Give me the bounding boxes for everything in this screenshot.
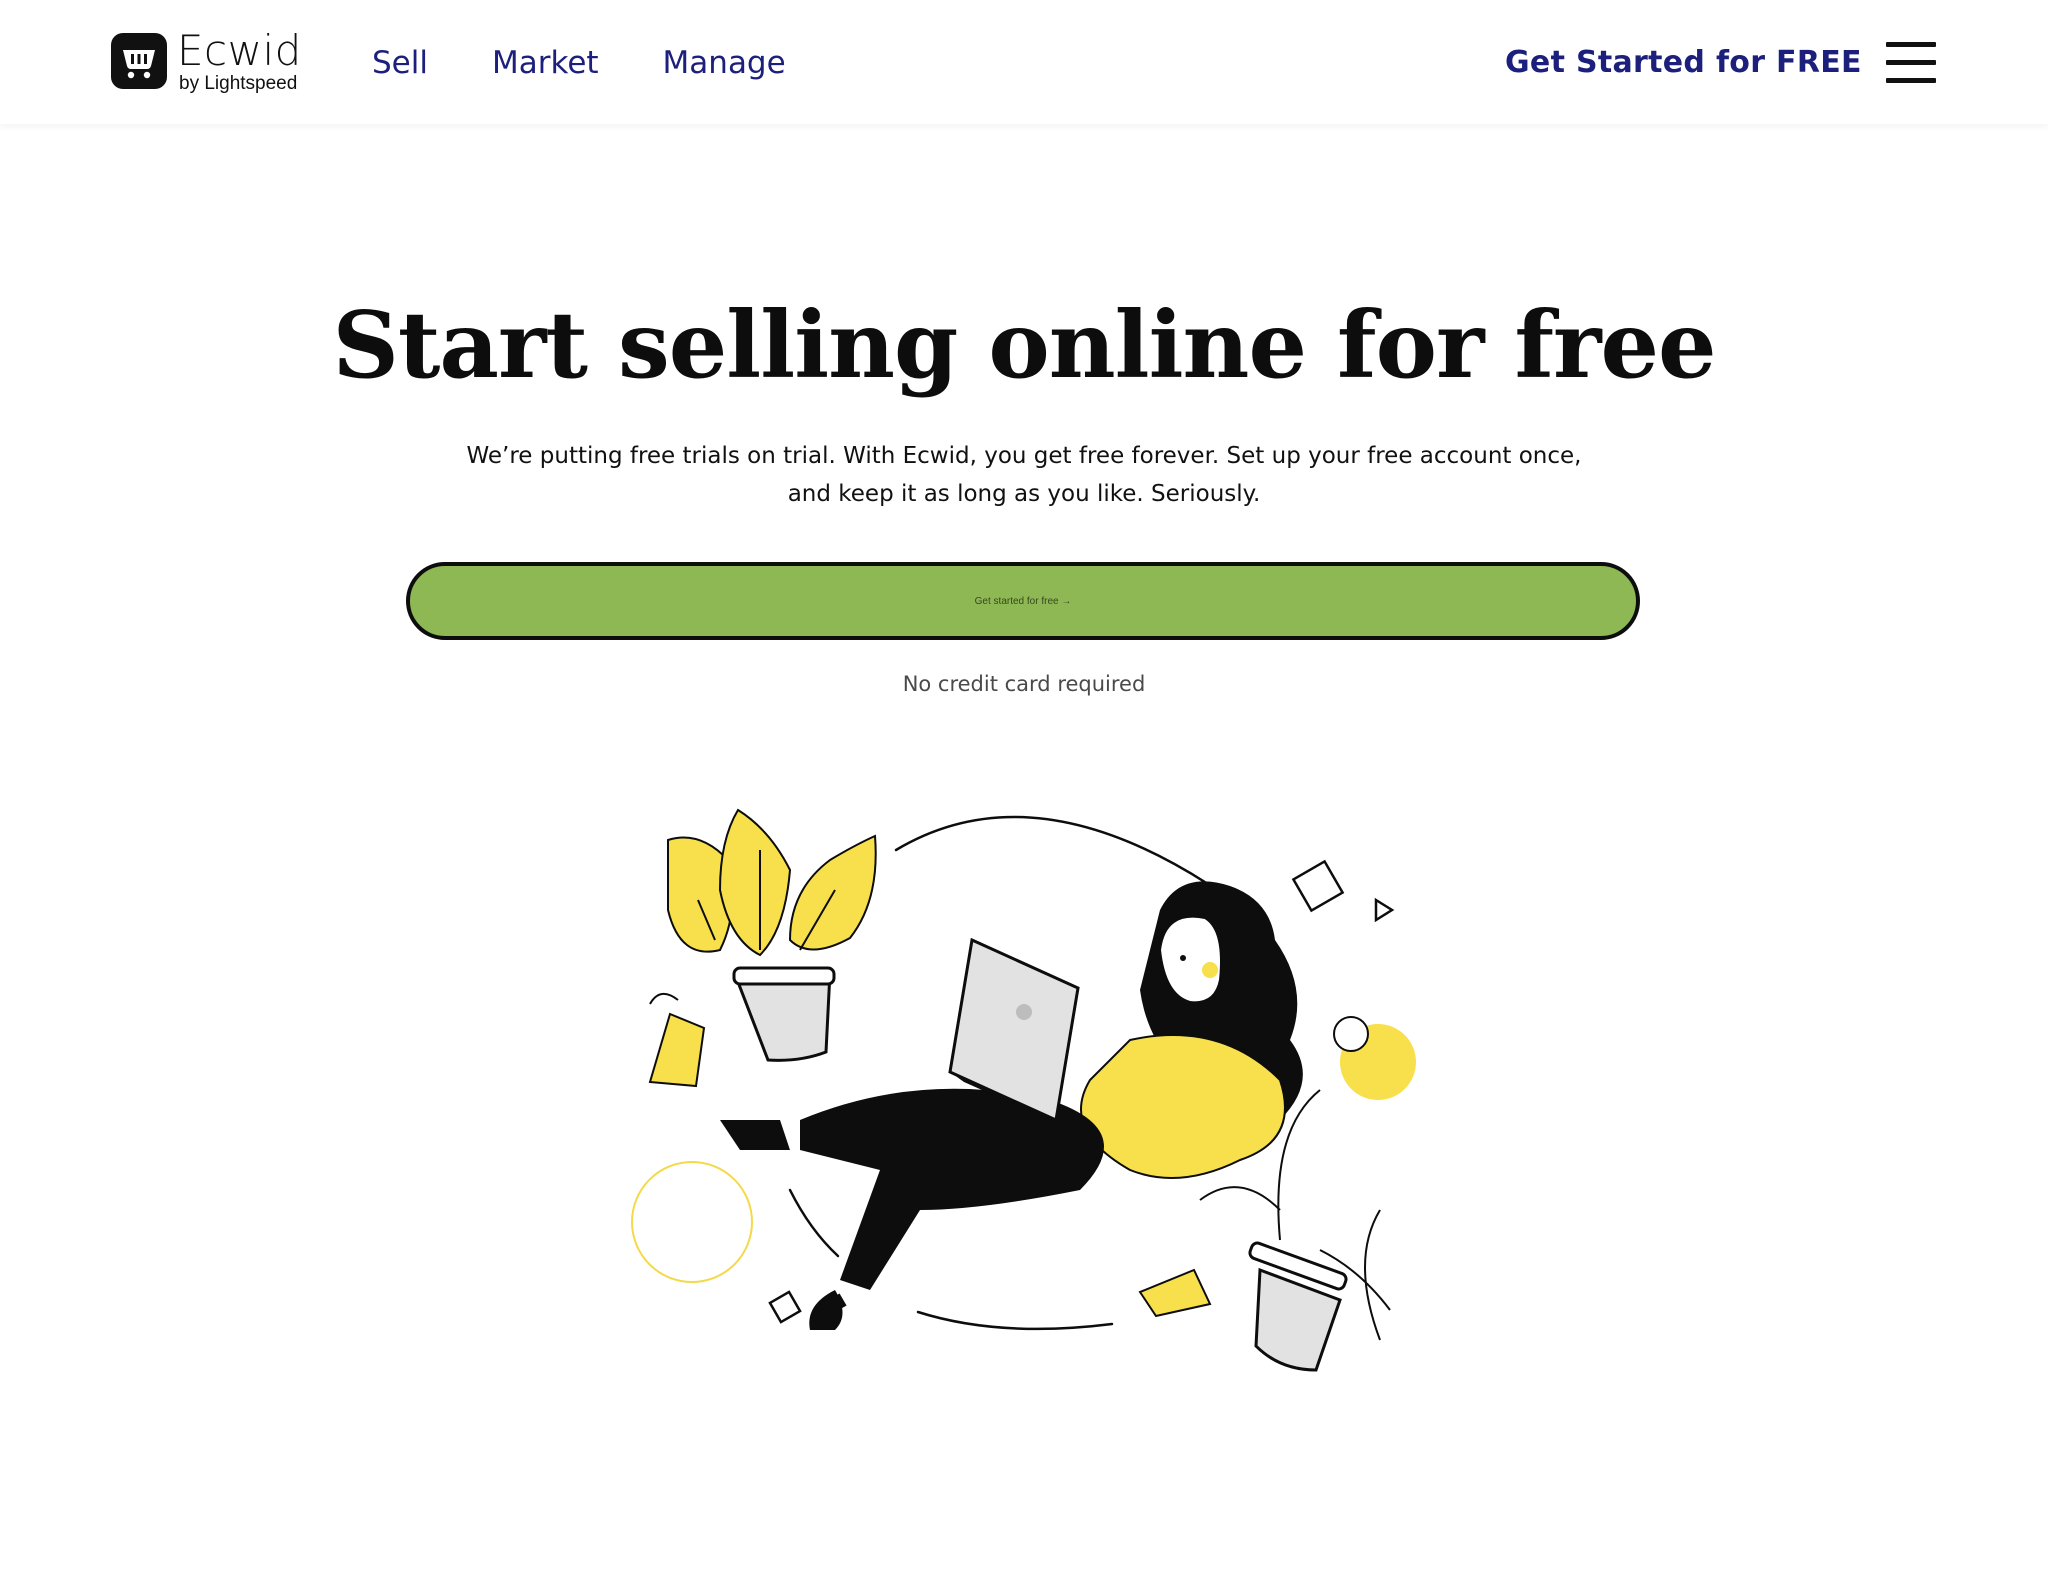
nav-link-sell[interactable]: Sell [372, 40, 428, 86]
site-header: Ecwid by Lightspeed Sell Market Manage G… [0, 0, 2048, 124]
get-started-button-label: Get started for free → [974, 595, 1072, 607]
no-credit-card-note: No credit card required [902, 672, 1146, 696]
get-started-header-link[interactable]: Get Started for FREE [1505, 40, 1862, 86]
hero-subtitle: We’re putting free trials on trial. With… [424, 437, 1624, 513]
hamburger-menu-icon[interactable] [1886, 40, 1936, 84]
hero-subtitle-line-2: and keep it as long as you like. Serious… [787, 481, 1261, 507]
nav-link-manage[interactable]: Manage [663, 40, 786, 86]
page-title: Start selling online for free [332, 291, 1716, 399]
hero-illustration [631, 808, 1416, 1372]
nav-link-market[interactable]: Market [492, 40, 599, 86]
main-nav: Sell Market Manage [372, 40, 850, 86]
ecwid-logo[interactable]: Ecwid by Lightspeed [111, 25, 302, 94]
logo-wordmark: Ecwid [177, 25, 302, 75]
logo-subtitle: by Lightspeed [179, 72, 298, 94]
shopping-basket-icon [111, 33, 167, 89]
plant-pot-icon [648, 808, 877, 1088]
hero-subtitle-line-1: We’re putting free trials on trial. With… [466, 443, 1582, 469]
get-started-button[interactable]: Get started for free → [406, 562, 1640, 640]
